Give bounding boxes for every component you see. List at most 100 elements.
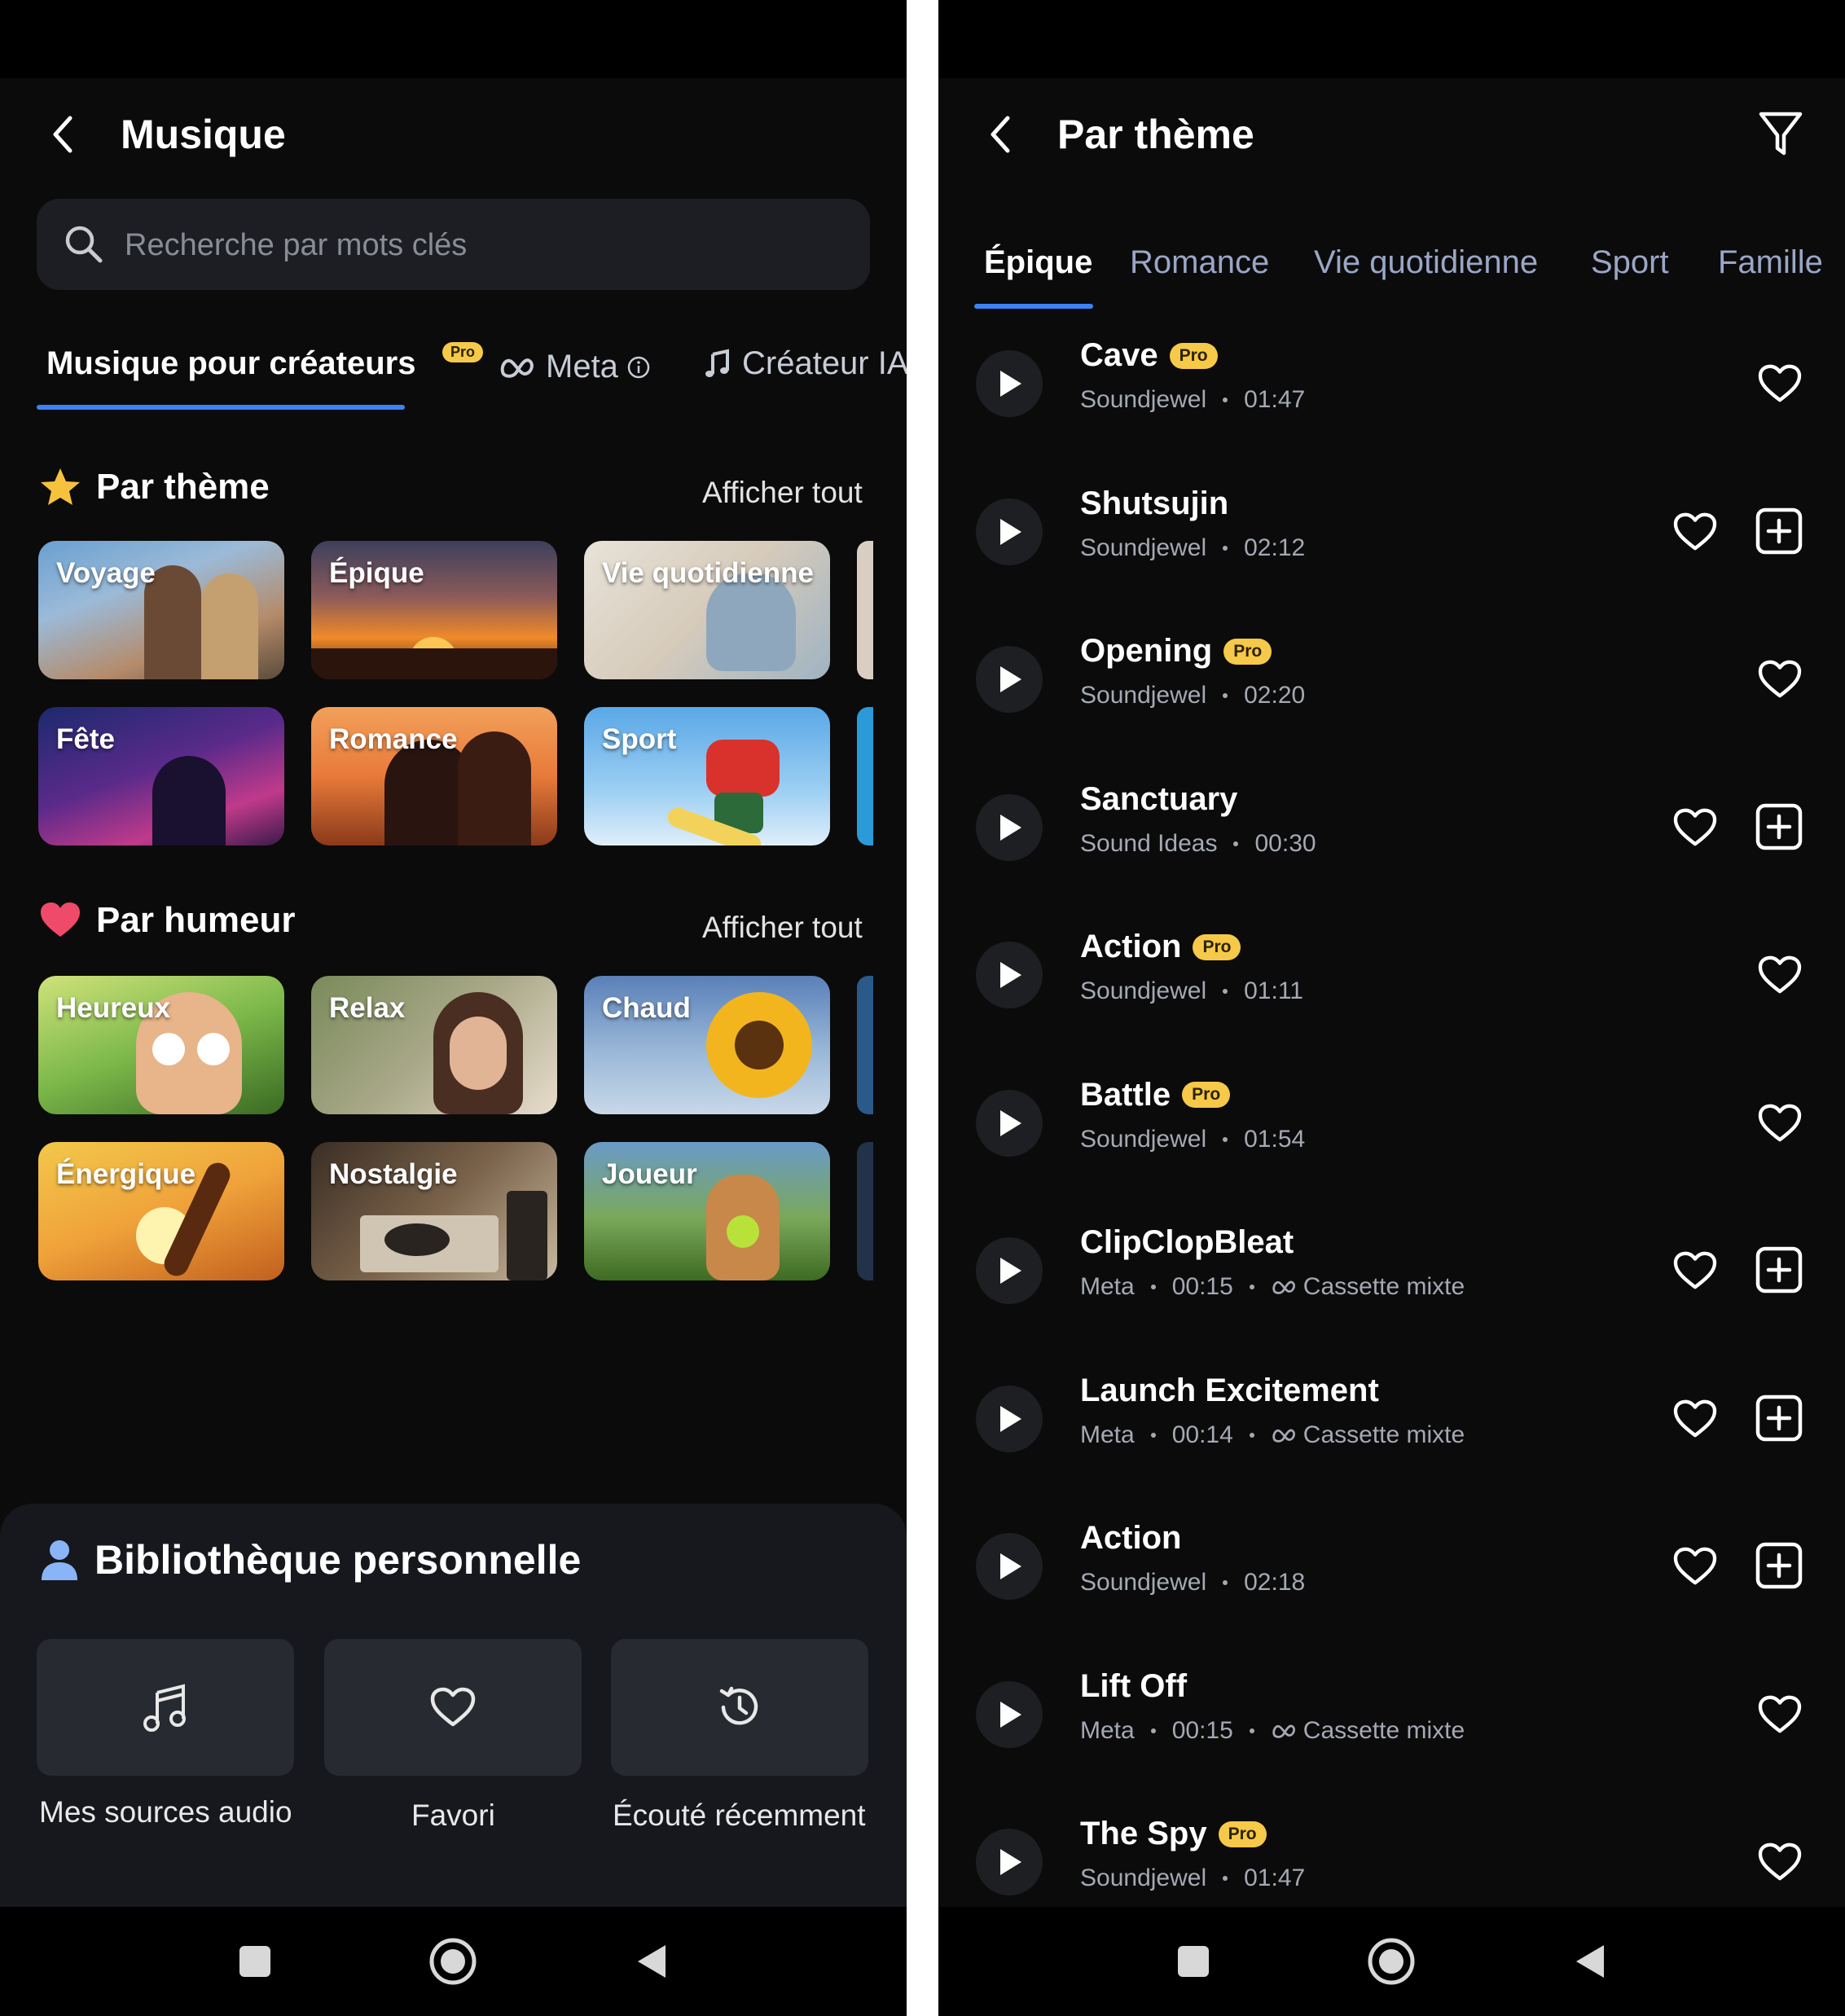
track-artist: Soundjewel: [1080, 1125, 1207, 1153]
heart-icon: [1758, 1843, 1802, 1881]
favorite-button[interactable]: [1670, 507, 1720, 557]
track-artist: Meta: [1080, 1273, 1135, 1300]
recents-icon[interactable]: [210, 1907, 300, 2016]
mood-tile-energique[interactable]: Énergique: [38, 1142, 284, 1280]
back-arrow-icon[interactable]: [977, 110, 1026, 159]
tab-meta[interactable]: Meta: [499, 349, 651, 385]
home-icon[interactable]: [408, 1907, 498, 2016]
separator-dot: [1150, 1285, 1156, 1289]
favorite-button[interactable]: [1755, 1837, 1805, 1887]
play-icon: [1000, 1109, 1021, 1136]
favorite-button[interactable]: [1755, 654, 1805, 705]
theme-tile-peek: [857, 707, 873, 845]
mood-tile-peek: [857, 1142, 873, 1280]
back-arrow-icon[interactable]: [39, 110, 88, 159]
play-button[interactable]: [976, 646, 1043, 713]
separator-dot: [1233, 841, 1239, 846]
filter-icon[interactable]: [1756, 109, 1805, 160]
mood-tile-chaud[interactable]: Chaud: [584, 976, 830, 1114]
tile-label: Joueur: [602, 1158, 697, 1190]
favorite-button[interactable]: [1755, 950, 1805, 1000]
add-to-project-button[interactable]: [1753, 801, 1805, 853]
pro-badge: Pro: [1182, 1082, 1231, 1108]
tab-sport[interactable]: Sport: [1591, 244, 1669, 281]
mood-tile-peek: [857, 976, 873, 1114]
favorites-button[interactable]: [324, 1639, 582, 1776]
favorite-button[interactable]: [1670, 1394, 1720, 1444]
play-button[interactable]: [976, 1385, 1043, 1452]
track-row[interactable]: Shutsujin Soundjewel 02:12: [938, 466, 1845, 613]
info-icon[interactable]: [626, 355, 651, 380]
home-icon[interactable]: [1346, 1907, 1436, 2016]
show-all-themes-link[interactable]: Afficher tout: [702, 476, 863, 510]
mood-tile-nostalgie[interactable]: Nostalgie: [311, 1142, 557, 1280]
track-row[interactable]: Cave Pro Soundjewel 01:47: [938, 318, 1845, 465]
play-button[interactable]: [976, 1680, 1043, 1748]
library-title-label: Bibliothèque personnelle: [94, 1537, 582, 1583]
tab-daily-life[interactable]: Vie quotidienne: [1314, 244, 1538, 281]
tab-ai-creator[interactable]: Créateur IA: [705, 345, 907, 382]
theme-tile-epique[interactable]: Épique: [311, 541, 557, 679]
track-title-text: Action: [1080, 929, 1182, 964]
play-button[interactable]: [976, 1237, 1043, 1304]
add-to-project-button[interactable]: [1753, 505, 1805, 557]
theme-tile-voyage[interactable]: Voyage: [38, 541, 284, 679]
plus-square-icon: [1755, 1246, 1803, 1293]
recents-icon[interactable]: [1149, 1907, 1238, 2016]
tab-romance[interactable]: Romance: [1130, 244, 1269, 281]
play-button[interactable]: [976, 793, 1043, 861]
tab-epique[interactable]: Épique: [984, 244, 1092, 281]
recently-played-button[interactable]: [611, 1639, 868, 1776]
library-title: Bibliothèque personnelle: [39, 1536, 581, 1583]
track-row[interactable]: ClipClopBleat Meta 00:15 Cassette mixte: [938, 1205, 1845, 1352]
track-collection: Cassette mixte: [1271, 1717, 1465, 1745]
tab-famille[interactable]: Famille: [1718, 244, 1823, 281]
theme-tile-fete[interactable]: Fête: [38, 707, 284, 845]
track-row[interactable]: Lift Off Meta 00:15 Cassette mixte: [938, 1649, 1845, 1796]
favorite-button[interactable]: [1755, 1098, 1805, 1149]
page-title: Par thème: [1057, 112, 1254, 157]
theme-tile-sport[interactable]: Sport: [584, 707, 830, 845]
my-audio-sources-button[interactable]: [37, 1639, 294, 1776]
add-to-project-button[interactable]: [1753, 1539, 1805, 1592]
play-button[interactable]: [976, 1533, 1043, 1600]
favorite-button[interactable]: [1755, 1689, 1805, 1740]
add-to-project-button[interactable]: [1753, 1244, 1805, 1296]
favorite-button[interactable]: [1670, 1245, 1720, 1296]
favorite-button[interactable]: [1670, 802, 1720, 853]
add-to-project-button[interactable]: [1753, 1392, 1805, 1444]
show-all-moods-link[interactable]: Afficher tout: [702, 911, 863, 945]
track-row[interactable]: Action Soundjewel 02:18: [938, 1500, 1845, 1648]
search-bar[interactable]: [37, 199, 870, 292]
play-button[interactable]: [976, 1829, 1043, 1895]
track-row[interactable]: Sanctuary Sound Ideas 00:30: [938, 762, 1845, 909]
track-meta: Meta 00:15 Cassette mixte: [1080, 1273, 1465, 1301]
favorite-button[interactable]: [1755, 358, 1805, 409]
track-title: Sanctuary: [1080, 781, 1237, 818]
mood-tile-heureux[interactable]: Heureux: [38, 976, 284, 1114]
play-button[interactable]: [976, 1089, 1043, 1157]
play-button[interactable]: [976, 942, 1043, 1008]
mood-tile-relax[interactable]: Relax: [311, 976, 557, 1114]
track-title: Action Pro: [1080, 929, 1241, 965]
theme-tile-romance[interactable]: Romance: [311, 707, 557, 845]
play-button[interactable]: [976, 350, 1043, 417]
tab-creator-music[interactable]: Musique pour créateurs: [46, 345, 415, 382]
track-row[interactable]: Launch Excitement Meta 00:14 Cassette mixte: [938, 1353, 1845, 1500]
track-row[interactable]: Battle Pro Soundjewel 01:54: [938, 1057, 1845, 1205]
search-input[interactable]: [123, 199, 843, 292]
track-duration: 00:30: [1254, 829, 1316, 857]
track-row[interactable]: Opening Pro Soundjewel 02:20: [938, 613, 1845, 761]
theme-tile-daily-life[interactable]: Vie quotidienne: [584, 541, 830, 679]
track-title: Action: [1080, 1520, 1181, 1557]
track-duration: 02:20: [1244, 682, 1306, 709]
track-duration: 01:47: [1244, 386, 1306, 413]
back-icon[interactable]: [1544, 1907, 1634, 2016]
plus-square-icon: [1755, 803, 1803, 850]
track-duration: 01:54: [1244, 1125, 1306, 1153]
track-row[interactable]: Action Pro Soundjewel 01:11: [938, 909, 1845, 1056]
back-icon[interactable]: [606, 1907, 696, 2016]
play-button[interactable]: [976, 498, 1043, 565]
mood-tile-joueur[interactable]: Joueur: [584, 1142, 830, 1280]
favorite-button[interactable]: [1670, 1541, 1720, 1592]
